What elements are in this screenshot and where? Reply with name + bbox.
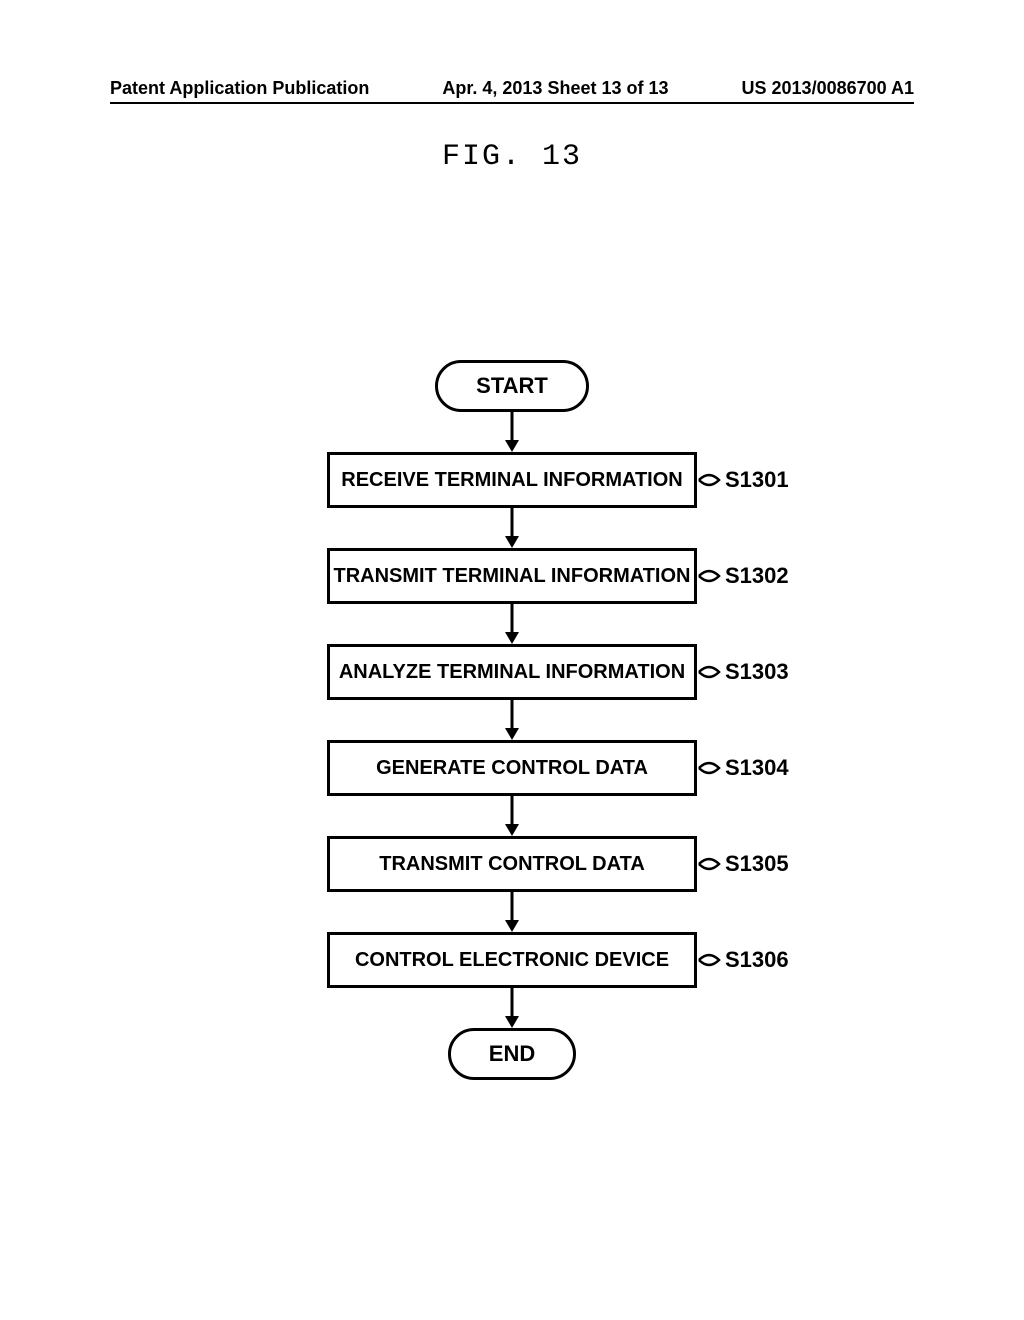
step-reference-text: S1304 (725, 755, 789, 781)
header-right: US 2013/0086700 A1 (742, 78, 914, 99)
step-reference-text: S1303 (725, 659, 789, 685)
step-reference: S1303 (697, 658, 789, 686)
flowchart: START RECEIVE TERMINAL INFORMATION S1301 (0, 360, 1024, 1080)
step-reference-text: S1302 (725, 563, 789, 589)
flow-step-text: ANALYZE TERMINAL INFORMATION (339, 661, 685, 684)
flow-step: GENERATE CONTROL DATA (327, 740, 697, 796)
page: Patent Application Publication Apr. 4, 2… (0, 0, 1024, 1320)
header-left: Patent Application Publication (110, 78, 369, 99)
flow-step-text: CONTROL ELECTRONIC DEVICE (355, 949, 669, 972)
flow-step-text: GENERATE CONTROL DATA (376, 757, 648, 780)
flow-step-row: RECEIVE TERMINAL INFORMATION S1301 (252, 452, 772, 508)
flow-start: START (435, 360, 589, 412)
flow-step: RECEIVE TERMINAL INFORMATION (327, 452, 697, 508)
flow-step-text: TRANSMIT TERMINAL INFORMATION (333, 565, 690, 588)
step-reference: S1304 (697, 754, 789, 782)
flow-step: TRANSMIT CONTROL DATA (327, 836, 697, 892)
step-reference-text: S1306 (725, 947, 789, 973)
flow-end: END (448, 1028, 576, 1080)
step-reference-text: S1301 (725, 467, 789, 493)
arrow-icon (502, 796, 522, 836)
flow-start-row: START (252, 360, 772, 412)
flow-step-row: TRANSMIT TERMINAL INFORMATION S1302 (252, 548, 772, 604)
flow-step-text: RECEIVE TERMINAL INFORMATION (341, 469, 682, 492)
flow-end-text: END (489, 1041, 535, 1067)
flow-step-row: ANALYZE TERMINAL INFORMATION S1303 (252, 644, 772, 700)
step-reference: S1306 (697, 946, 789, 974)
step-reference: S1302 (697, 562, 789, 590)
step-reference: S1305 (697, 850, 789, 878)
flow-end-row: END (252, 1028, 772, 1080)
step-reference: S1301 (697, 466, 789, 494)
flow-start-text: START (476, 373, 548, 399)
arrow-icon (502, 412, 522, 452)
header-rule (110, 102, 914, 104)
flow-step-row: TRANSMIT CONTROL DATA S1305 (252, 836, 772, 892)
arrow-icon (502, 508, 522, 548)
arrow-icon (502, 988, 522, 1028)
arrow-icon (502, 604, 522, 644)
step-reference-text: S1305 (725, 851, 789, 877)
flow-step: TRANSMIT TERMINAL INFORMATION (327, 548, 697, 604)
flow-step-row: GENERATE CONTROL DATA S1304 (252, 740, 772, 796)
flow-step: CONTROL ELECTRONIC DEVICE (327, 932, 697, 988)
flow-step-row: CONTROL ELECTRONIC DEVICE S1306 (252, 932, 772, 988)
figure-label: FIG. 13 (0, 140, 1024, 174)
page-header: Patent Application Publication Apr. 4, 2… (110, 78, 914, 99)
flow-step-text: TRANSMIT CONTROL DATA (379, 853, 645, 876)
flow-step: ANALYZE TERMINAL INFORMATION (327, 644, 697, 700)
header-center: Apr. 4, 2013 Sheet 13 of 13 (442, 78, 668, 99)
arrow-icon (502, 892, 522, 932)
arrow-icon (502, 700, 522, 740)
